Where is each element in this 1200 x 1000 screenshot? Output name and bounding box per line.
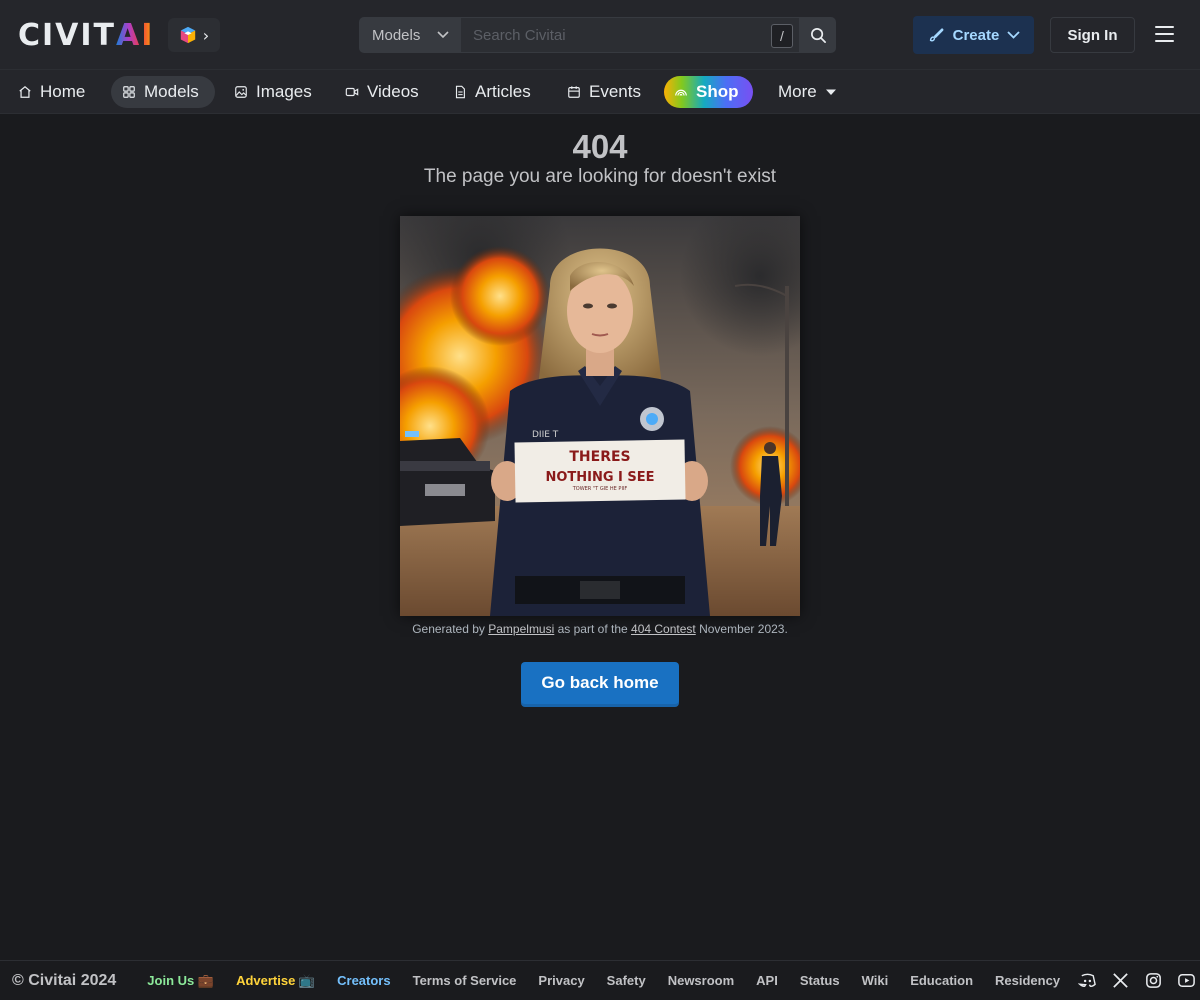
search-type-select[interactable]: Models: [359, 17, 461, 53]
grid-icon: [123, 86, 135, 98]
error-illustration: DIIE T THERES NOTHING I SEE TOWER "T GIE…: [400, 216, 800, 616]
footer-link-creators[interactable]: Creators: [337, 973, 390, 988]
chevron-down-icon: [1007, 31, 1020, 39]
sign-in-button[interactable]: Sign In: [1050, 17, 1135, 53]
footer-link-privacy[interactable]: Privacy: [538, 973, 584, 988]
chevron-right-icon: ›: [202, 25, 210, 45]
sign-text-line1: THERES: [569, 449, 630, 465]
caret-down-icon: [825, 89, 836, 95]
brand-switcher-button[interactable]: ›: [168, 18, 220, 52]
go-back-home-button[interactable]: Go back home: [521, 662, 679, 704]
footer-link-api[interactable]: API: [756, 973, 778, 988]
search-bar: Models /: [359, 17, 836, 53]
search-shortcut-hint: /: [771, 24, 793, 48]
youtube-icon[interactable]: [1177, 971, 1196, 990]
uniform-badge-text: DIIE T: [532, 430, 559, 440]
error-message: The page you are looking for doesn't exi…: [423, 166, 777, 187]
copyright-text: © Civitai 2024: [12, 971, 117, 989]
error-code-title: 404: [572, 128, 628, 165]
nav-item-articles[interactable]: Articles: [443, 76, 541, 108]
footer: © Civitai 2024 Join Us 💼 Advertise 📺 Cre…: [0, 960, 1200, 1000]
sign-text-line2: NOTHING I SEE: [545, 470, 654, 485]
search-button[interactable]: [800, 17, 836, 53]
discord-icon[interactable]: [1078, 971, 1097, 990]
cube-icon: [180, 26, 195, 44]
police-officer-illustration: DIIE T THERES NOTHING I SEE TOWER "T GIE…: [400, 216, 800, 616]
nav-item-shop[interactable]: Shop: [664, 76, 753, 108]
contest-link[interactable]: 404 Contest: [631, 622, 696, 636]
footer-link-education[interactable]: Education: [910, 973, 973, 988]
brush-icon: [929, 28, 944, 42]
footer-link-advertise[interactable]: Advertise 📺: [236, 973, 315, 989]
calendar-icon: [568, 86, 580, 98]
create-button[interactable]: Create: [913, 16, 1034, 54]
main-nav: Home Models Images Videos Articles Event…: [0, 70, 1200, 114]
footer-link-terms[interactable]: Terms of Service: [413, 973, 517, 988]
nav-item-more[interactable]: More: [768, 76, 847, 108]
search-icon: [810, 27, 826, 43]
social-links: [1078, 971, 1200, 990]
search-input[interactable]: [461, 18, 799, 52]
footer-link-newsroom[interactable]: Newsroom: [668, 973, 734, 988]
header: CIVITAI › Models / Create Sign In: [0, 0, 1200, 70]
author-link[interactable]: Pampelmusi: [488, 622, 554, 636]
footer-link-safety[interactable]: Safety: [607, 973, 646, 988]
nav-item-events[interactable]: Events: [557, 76, 651, 108]
instagram-icon[interactable]: [1144, 971, 1163, 990]
footer-link-wiki[interactable]: Wiki: [862, 973, 889, 988]
search-input-container: /: [461, 17, 800, 53]
footer-link-residency[interactable]: Residency: [995, 973, 1060, 988]
footer-link-join-us[interactable]: Join Us 💼: [147, 973, 214, 989]
video-icon: [345, 87, 359, 97]
footer-link-status[interactable]: Status: [800, 973, 840, 988]
rainbow-icon: [675, 89, 687, 96]
image-caption: Generated by Pampelmusi as part of the 4…: [412, 622, 788, 636]
nav-item-images[interactable]: Images: [224, 76, 322, 108]
civitai-logo[interactable]: CIVIT AI: [18, 18, 154, 53]
x-icon[interactable]: [1111, 971, 1130, 990]
photo-icon: [235, 86, 247, 98]
home-icon: [19, 85, 31, 98]
nav-item-videos[interactable]: Videos: [335, 76, 429, 108]
hamburger-menu-icon[interactable]: [1155, 26, 1175, 44]
nav-item-models[interactable]: Models: [111, 76, 215, 108]
chevron-down-icon: [437, 31, 449, 39]
nav-item-home[interactable]: Home: [8, 76, 95, 108]
sign-text-small: TOWER "T GIE HE PIIF: [572, 486, 628, 492]
file-text-icon: [455, 85, 465, 99]
